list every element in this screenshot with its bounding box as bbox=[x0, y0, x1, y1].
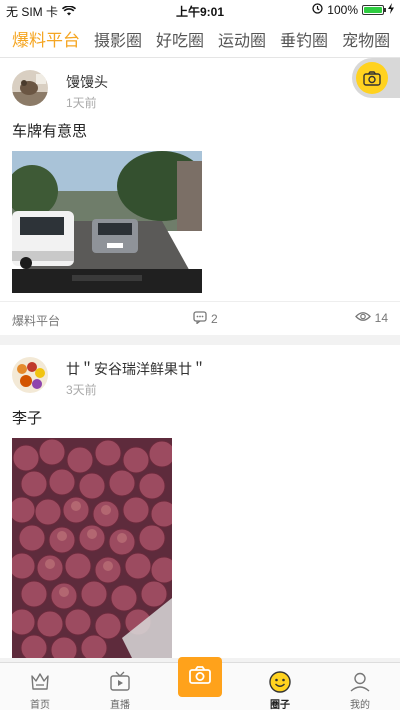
alarm-icon bbox=[312, 3, 323, 17]
tab-sports[interactable]: 运动圈 bbox=[218, 27, 266, 51]
post-header: 廿＂安谷瑞洋鲜果廿＂ 3天前 bbox=[0, 345, 400, 403]
battery-icon bbox=[362, 5, 386, 15]
post-text: 车牌有意思 bbox=[12, 123, 88, 140]
post-card[interactable]: 廿＂安谷瑞洋鲜果廿＂ 3天前 李子 bbox=[0, 345, 400, 658]
status-right: 100% bbox=[312, 3, 394, 17]
author-name[interactable]: 廿＂安谷瑞洋鲜果廿＂ bbox=[66, 359, 206, 379]
camera-icon bbox=[356, 62, 388, 94]
nav-home-label: 首页 bbox=[30, 700, 50, 710]
view-count-value: 14 bbox=[374, 311, 388, 325]
comment-count[interactable]: 2 bbox=[193, 311, 218, 327]
bottom-nav: 首页 直播 圈子 我的 bbox=[0, 657, 400, 710]
channel-tabs: 爆料平台 摄影圈 好吃圈 运动圈 垂钓圈 宠物圈 bbox=[0, 20, 400, 58]
post-image-plums[interactable] bbox=[12, 438, 172, 658]
smiley-icon bbox=[268, 670, 292, 694]
comment-icon bbox=[193, 311, 207, 327]
tv-play-icon bbox=[108, 670, 132, 694]
view-count: 14 bbox=[354, 311, 388, 325]
charging-icon bbox=[388, 3, 394, 17]
battery-percent: 100% bbox=[327, 3, 358, 17]
comment-count-value: 2 bbox=[211, 312, 218, 326]
post-feed: 馒馒头 1天前 车牌有意思 爆料平台 2 14 廿＂安谷瑞洋鲜果廿＂ 3天前 李… bbox=[0, 58, 400, 662]
nav-circle[interactable]: 圈子 bbox=[250, 663, 310, 710]
post-text: 李子 bbox=[12, 410, 43, 427]
status-bar: 无 SIM 卡 上午9:01 100% bbox=[0, 0, 400, 20]
nav-circle-label: 圈子 bbox=[270, 700, 290, 710]
tab-photography[interactable]: 摄影圈 bbox=[94, 27, 142, 51]
post-time: 1天前 bbox=[66, 96, 97, 110]
post-time: 3天前 bbox=[66, 383, 97, 397]
floating-camera-button[interactable] bbox=[352, 58, 400, 98]
tab-fishing[interactable]: 垂钓圈 bbox=[280, 27, 328, 51]
app-screen: 无 SIM 卡 上午9:01 100% 爆料平台 摄影圈 好吃圈 运动圈 垂钓圈… bbox=[0, 0, 400, 710]
post-footer: 爆料平台 2 14 bbox=[0, 301, 400, 335]
post-card[interactable]: 馒馒头 1天前 车牌有意思 爆料平台 2 14 bbox=[0, 58, 400, 335]
camera-icon bbox=[188, 665, 212, 690]
post-header: 馒馒头 1天前 bbox=[0, 58, 400, 116]
post-source[interactable]: 爆料平台 bbox=[12, 312, 60, 329]
tab-baoliao[interactable]: 爆料平台 bbox=[12, 26, 80, 51]
crown-home-icon bbox=[28, 670, 52, 694]
nav-home[interactable]: 首页 bbox=[10, 663, 70, 710]
tab-pets[interactable]: 宠物圈 bbox=[342, 27, 390, 51]
eye-icon bbox=[354, 311, 371, 325]
tab-food[interactable]: 好吃圈 bbox=[156, 27, 204, 51]
avatar[interactable] bbox=[12, 70, 48, 106]
post-image-street[interactable] bbox=[12, 151, 202, 293]
publish-camera-button[interactable] bbox=[178, 657, 222, 697]
person-icon bbox=[348, 670, 372, 694]
nav-live-label: 直播 bbox=[110, 700, 130, 710]
avatar[interactable] bbox=[12, 357, 48, 393]
nav-mine-label: 我的 bbox=[350, 700, 370, 710]
nav-live[interactable]: 直播 bbox=[90, 663, 150, 710]
nav-mine[interactable]: 我的 bbox=[330, 663, 390, 710]
author-name[interactable]: 馒馒头 bbox=[66, 72, 108, 92]
